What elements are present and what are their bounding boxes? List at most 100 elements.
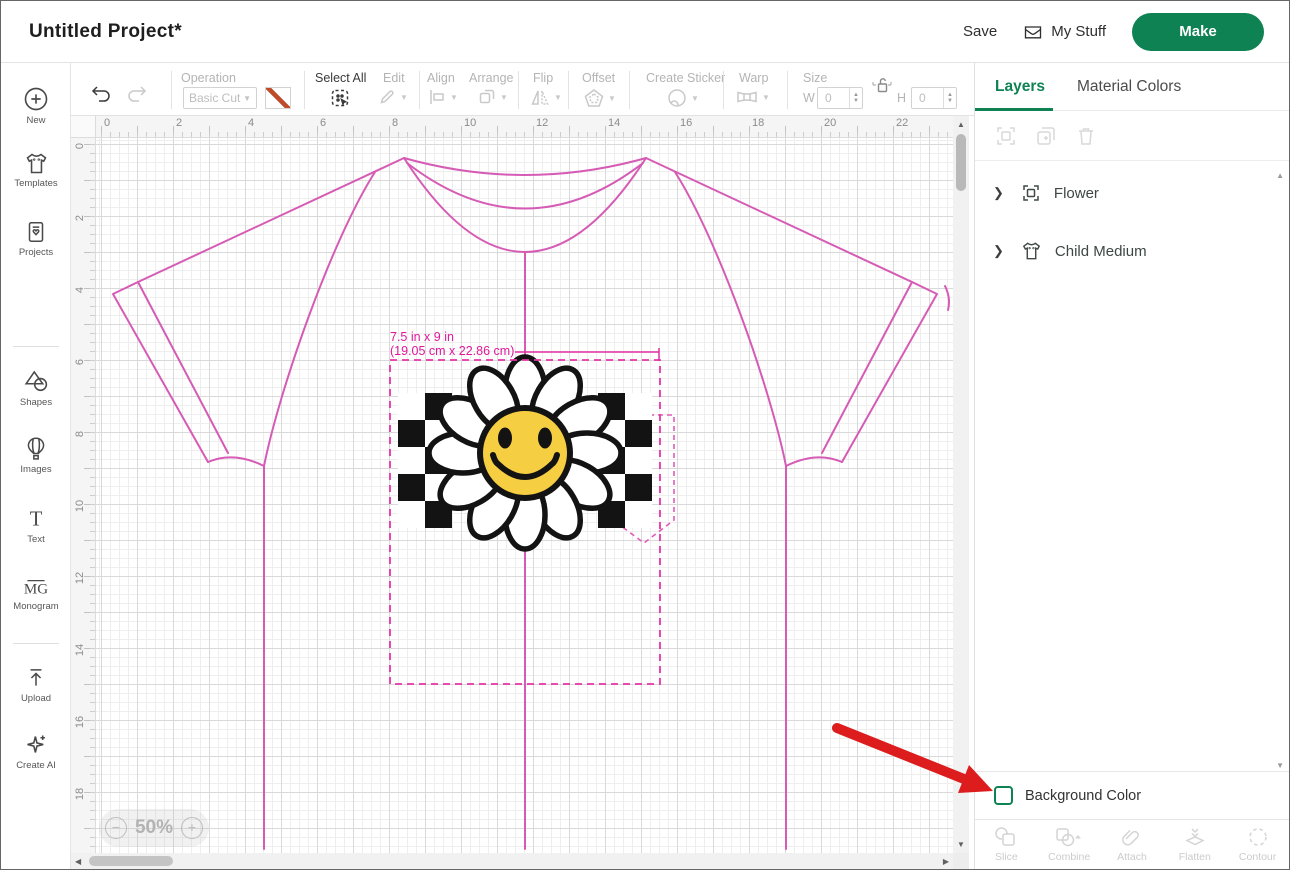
- toolbar-divider: [171, 71, 172, 109]
- horizontal-scrollbar[interactable]: ◀ ▶: [71, 853, 953, 869]
- chevron-down-icon: ▼: [450, 93, 458, 102]
- vertical-scrollbar[interactable]: ▲ ▼: [953, 116, 969, 853]
- flatten-icon: [1183, 826, 1207, 848]
- flatten-button[interactable]: Flatten: [1163, 820, 1226, 869]
- height-input[interactable]: 0 ▲▼: [911, 87, 957, 109]
- duplicate-icon[interactable]: [1035, 125, 1057, 147]
- zoom-out-button[interactable]: −: [105, 817, 127, 839]
- arrange-button[interactable]: ▼: [477, 87, 508, 107]
- group-select-icon[interactable]: [995, 125, 1017, 147]
- scroll-down-arrow[interactable]: ▼: [957, 840, 965, 849]
- tab-layers[interactable]: Layers: [995, 78, 1045, 96]
- sticker-icon: [666, 87, 688, 109]
- flip-label: Flip: [533, 71, 553, 85]
- project-title: Untitled Project*: [29, 21, 182, 43]
- create-sticker-label: Create Sticker: [646, 71, 725, 85]
- scroll-right-arrow[interactable]: ▶: [943, 857, 949, 866]
- select-all-button[interactable]: [329, 87, 351, 109]
- sidebar-item-monogram[interactable]: MG Monogram: [1, 573, 71, 612]
- layer-row-flower[interactable]: ❯ Flower: [975, 173, 1289, 213]
- offset-icon: [583, 87, 605, 109]
- scroll-up-arrow[interactable]: ▲: [957, 120, 965, 129]
- chevron-down-icon: ▼: [243, 94, 251, 103]
- toolbar-divider: [518, 71, 519, 109]
- hot-air-balloon-icon: [23, 435, 49, 462]
- arrange-icon: [477, 87, 497, 107]
- project-card-icon: [23, 219, 49, 245]
- sidebar-item-projects[interactable]: Projects: [1, 219, 71, 258]
- warp-label: Warp: [739, 71, 768, 85]
- combine-button[interactable]: Combine: [1038, 820, 1101, 869]
- horizontal-scrollbar-thumb[interactable]: [89, 856, 173, 866]
- save-button[interactable]: Save: [963, 23, 997, 40]
- edit-toolbar: Operation Basic Cut▼ Select All Edit ▼ A…: [71, 63, 976, 116]
- lock-ratio-button[interactable]: [871, 75, 893, 95]
- trash-icon[interactable]: [1075, 125, 1097, 147]
- upload-arrow-icon: [23, 665, 49, 691]
- horizontal-ruler: 0246810121416182022: [96, 116, 953, 138]
- sidebar-item-images[interactable]: Images: [1, 435, 71, 475]
- toolbar-divider: [419, 71, 420, 109]
- redo-button[interactable]: [125, 83, 149, 105]
- sidebar-item-templates[interactable]: Templates: [1, 151, 71, 189]
- flip-button[interactable]: ▼: [529, 87, 562, 107]
- toolbar-divider: [723, 71, 724, 109]
- attach-icon: [1120, 826, 1144, 848]
- sidebar-item-new[interactable]: New: [1, 85, 71, 126]
- align-label: Align: [427, 71, 455, 85]
- undo-button[interactable]: [89, 83, 113, 105]
- my-stuff-button[interactable]: My Stuff: [1023, 23, 1106, 41]
- chevron-right-icon[interactable]: ❯: [993, 185, 1004, 201]
- operation-dropdown[interactable]: Basic Cut▼: [183, 87, 257, 109]
- letter-t-icon: T: [23, 506, 49, 532]
- undo-icon: [89, 83, 113, 105]
- scroll-left-arrow[interactable]: ◀: [75, 857, 81, 866]
- contour-button[interactable]: Contour: [1226, 820, 1289, 869]
- panel-scroll-down-arrow[interactable]: ▼: [1276, 761, 1284, 770]
- attach-button[interactable]: Attach: [1101, 820, 1164, 869]
- align-button[interactable]: ▼: [427, 87, 458, 107]
- tab-material-colors[interactable]: Material Colors: [1077, 78, 1181, 96]
- vertical-scrollbar-thumb[interactable]: [956, 134, 966, 191]
- background-color-row: Background Color: [975, 771, 1289, 819]
- chevron-down-icon: ▼: [554, 93, 562, 102]
- sidebar-divider: [13, 346, 59, 347]
- chevron-right-icon[interactable]: ❯: [993, 243, 1004, 259]
- operation-label: Operation: [181, 71, 236, 85]
- stepper-arrows[interactable]: ▲▼: [943, 88, 956, 108]
- sparkle-icon: [23, 731, 50, 758]
- chevron-down-icon: ▼: [500, 93, 508, 102]
- height-label: H: [897, 91, 906, 105]
- offset-button[interactable]: ▼: [583, 87, 616, 109]
- pencil-icon: [377, 87, 397, 107]
- background-color-checkbox[interactable]: [994, 786, 1013, 805]
- align-icon: [427, 87, 447, 107]
- zoom-in-button[interactable]: +: [181, 817, 203, 839]
- inbox-icon: [1023, 23, 1043, 41]
- warp-button[interactable]: ▼: [735, 87, 770, 107]
- create-sticker-button[interactable]: ▼: [666, 87, 699, 109]
- width-input[interactable]: 0 ▲▼: [817, 87, 863, 109]
- offset-label: Offset: [582, 71, 615, 85]
- plus-circle-icon: [22, 85, 50, 113]
- flip-icon: [529, 87, 551, 107]
- sidebar-item-create-ai[interactable]: Create AI: [1, 731, 71, 771]
- combine-icon: [1054, 826, 1084, 848]
- sidebar-item-text[interactable]: T Text: [1, 506, 71, 545]
- panel-tabs: Layers Material Colors: [975, 63, 1289, 111]
- pen-color-swatch[interactable]: [265, 87, 291, 109]
- design-canvas[interactable]: [96, 138, 953, 853]
- sidebar-item-upload[interactable]: Upload: [1, 665, 71, 704]
- top-bar: Untitled Project* Save My Stuff Make: [1, 1, 1289, 63]
- stepper-arrows[interactable]: ▲▼: [849, 88, 862, 108]
- slice-button[interactable]: Slice: [975, 820, 1038, 869]
- sidebar-item-shapes[interactable]: Shapes: [1, 368, 71, 408]
- app-window: Untitled Project* Save My Stuff Make New…: [0, 0, 1290, 870]
- panel-scroll-up-arrow[interactable]: ▲: [1276, 171, 1284, 180]
- size-label: Size: [803, 71, 827, 85]
- redo-icon: [125, 83, 149, 105]
- edit-button[interactable]: ▼: [377, 87, 408, 107]
- layer-row-child-medium[interactable]: ❯ Child Medium: [975, 231, 1289, 271]
- tshirt-icon: [1020, 240, 1043, 262]
- make-button[interactable]: Make: [1132, 13, 1264, 51]
